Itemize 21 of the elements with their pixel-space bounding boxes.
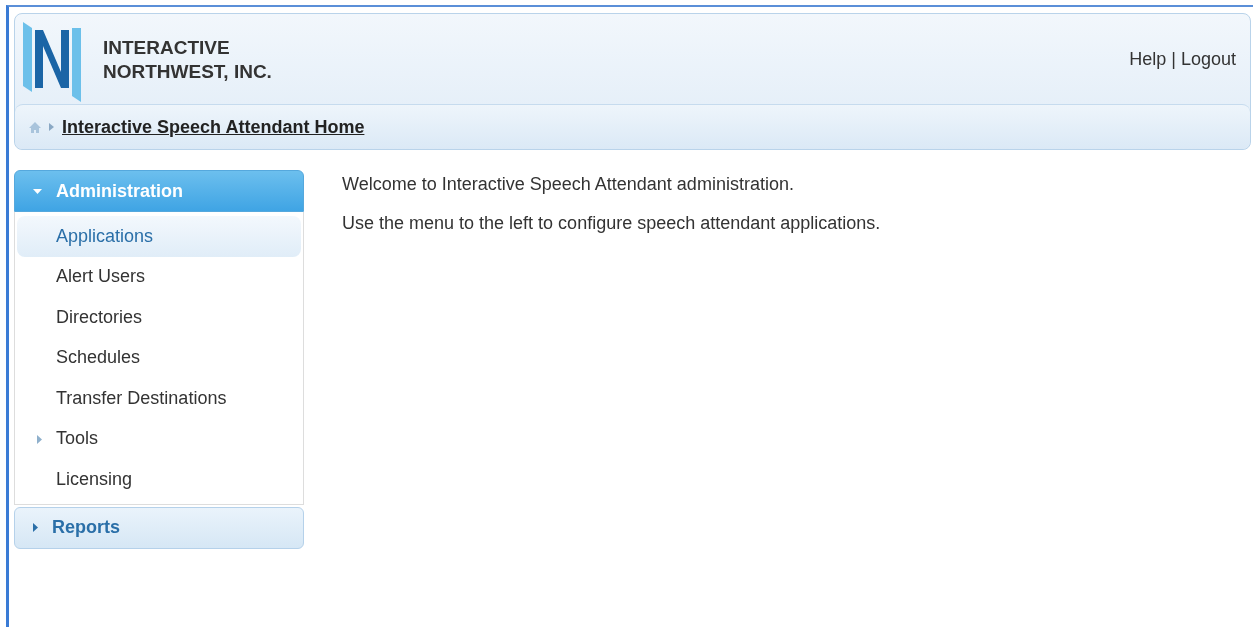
accordion-header[interactable]: Reports (14, 506, 304, 549)
header-link[interactable]: Help (1129, 48, 1167, 70)
company-name: NORTHWEST, INC. (103, 60, 272, 84)
menu-item[interactable]: Transfer Destinations (15, 378, 303, 419)
menu-item[interactable]: Directories (15, 297, 303, 338)
menu-item[interactable]: Applications (17, 216, 301, 257)
header-link[interactable]: Logout (1180, 48, 1236, 70)
link-separator: | (1171, 48, 1176, 70)
menu-item[interactable]: Alert Users (15, 256, 303, 297)
company-name: INTERACTIVE (103, 36, 230, 60)
chevron-icon (49, 123, 54, 131)
menu-item[interactable]: Tools (15, 418, 303, 459)
caret-right-icon (37, 434, 42, 444)
welcome-text: Welcome to Interactive Speech Attendant administration. (342, 174, 795, 195)
breadcrumb-link[interactable]: Interactive Speech Attendant Home (62, 116, 365, 138)
caret-right-icon (33, 523, 38, 532)
menu-item[interactable]: Schedules (15, 337, 303, 378)
menu-item[interactable]: Licensing (15, 459, 303, 500)
home-icon (29, 121, 41, 133)
caret-down-icon (33, 188, 42, 194)
welcome-text: Use the menu to the left to configure speech attendant applications. (342, 213, 881, 234)
